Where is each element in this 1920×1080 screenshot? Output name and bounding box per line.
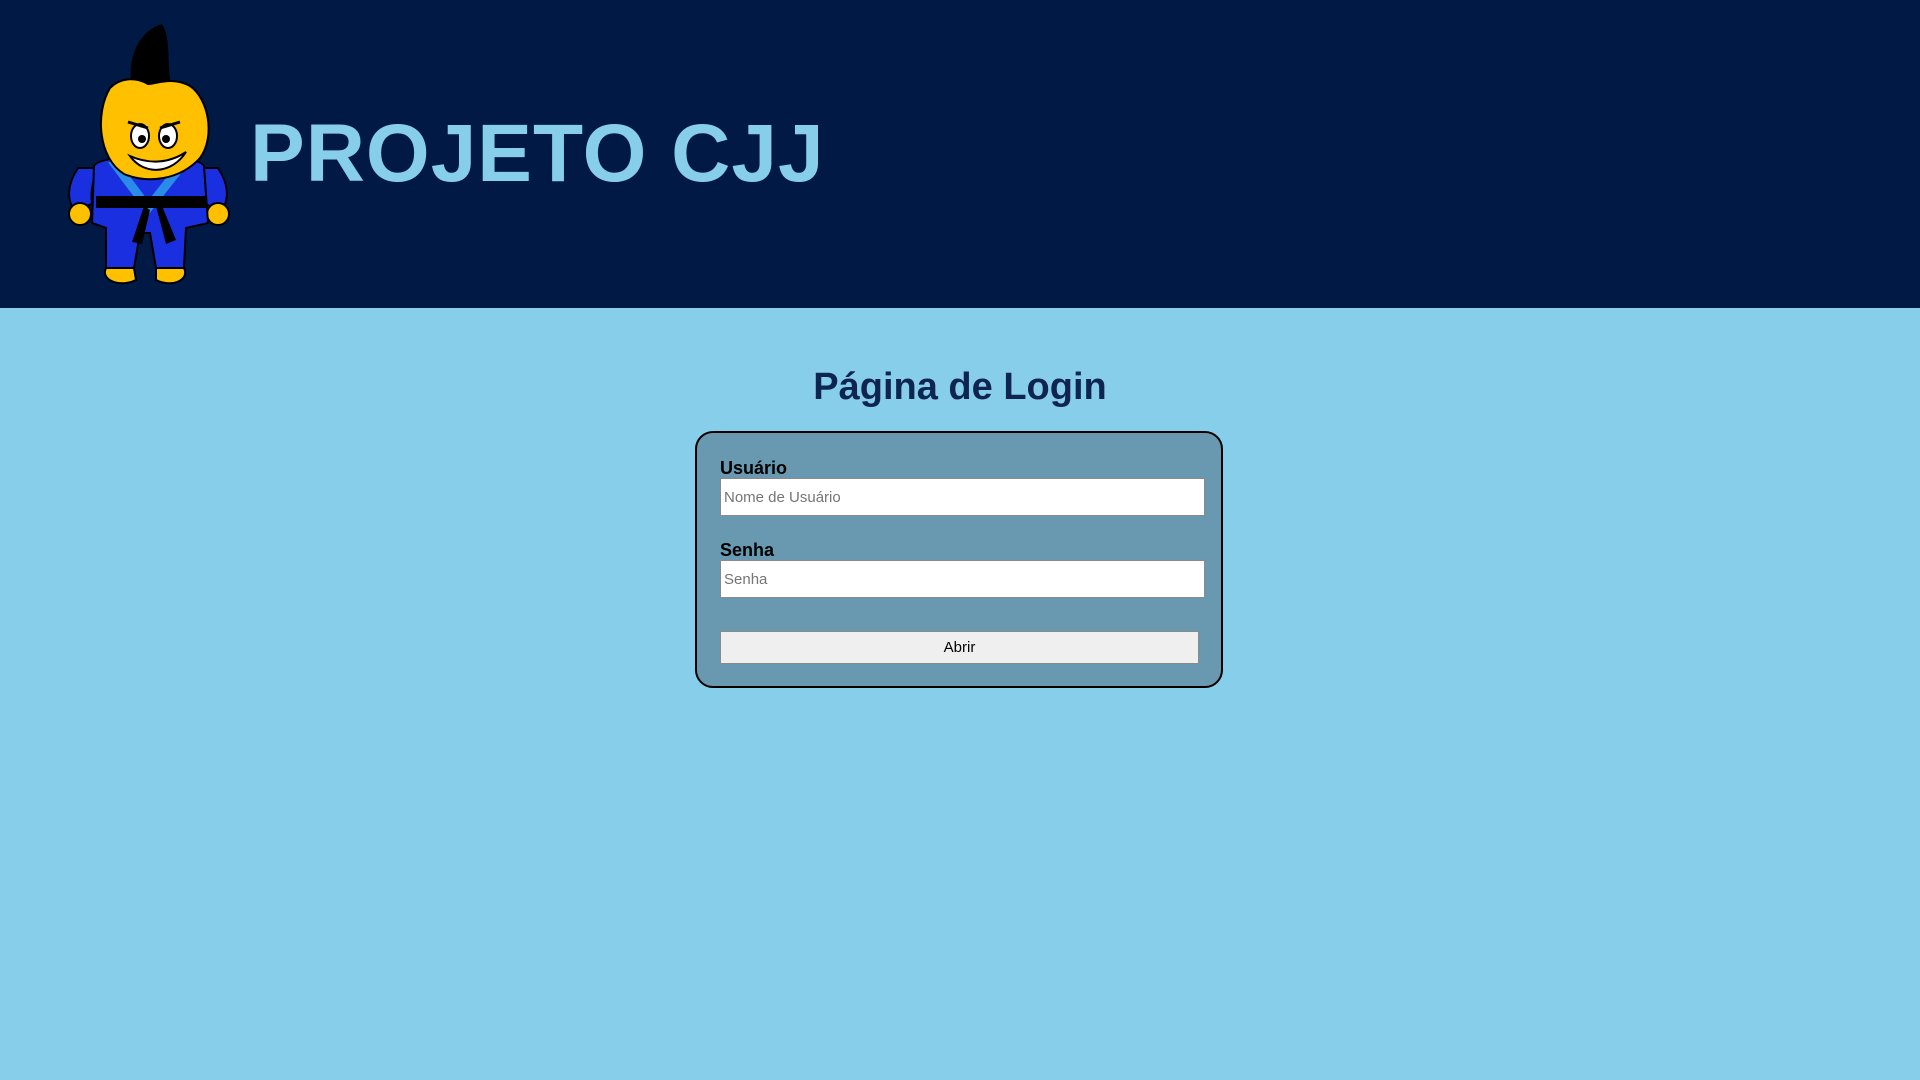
password-input[interactable]	[720, 560, 1205, 598]
password-label: Senha	[720, 540, 775, 560]
site-header: PROJETO CJJ	[0, 0, 1920, 308]
judoka-mascot-icon	[68, 24, 230, 285]
login-form: Usuário Senha Abrir	[695, 431, 1223, 688]
site-title: PROJETO CJJ	[250, 108, 825, 199]
submit-button[interactable]: Abrir	[720, 631, 1199, 664]
username-label: Usuário	[720, 458, 788, 478]
page-title: Página de Login	[813, 366, 1107, 408]
username-input[interactable]	[720, 478, 1205, 516]
